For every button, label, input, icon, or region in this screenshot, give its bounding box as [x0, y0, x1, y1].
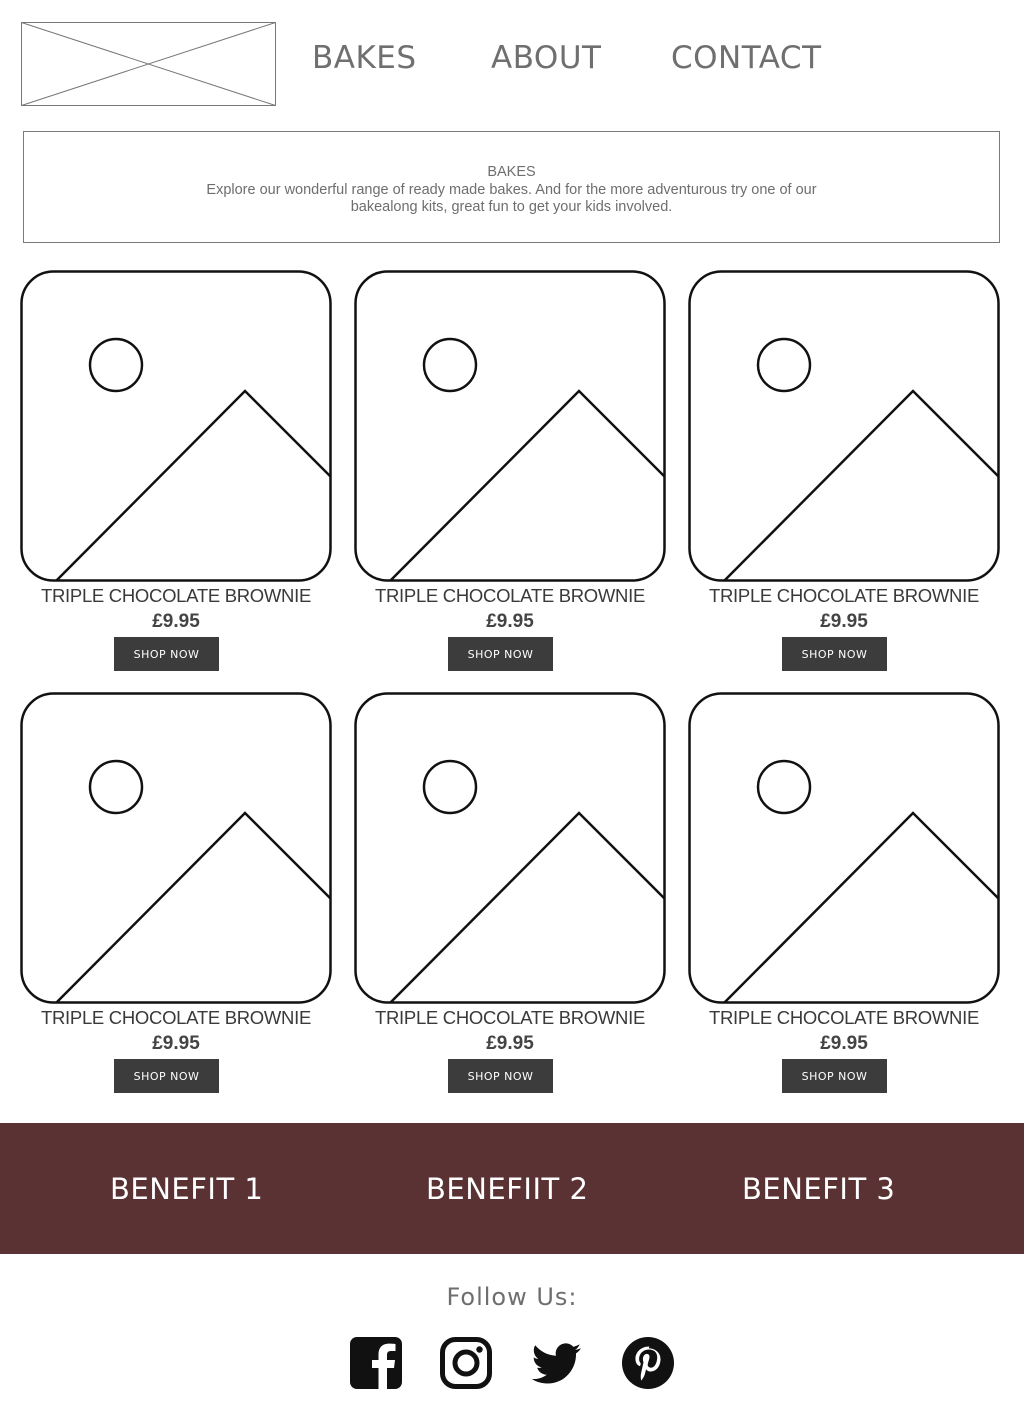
product-name: TRIPLE CHOCOLATE BROWNIE	[41, 1007, 311, 1028]
product-price: £9.95	[486, 1033, 534, 1054]
intro-heading: BAKES	[487, 164, 536, 180]
product-name: TRIPLE CHOCOLATE BROWNIE	[375, 585, 645, 606]
instagram-icon[interactable]	[439, 1336, 493, 1390]
shop-now-button[interactable]: SHOP NOW	[114, 637, 219, 671]
product-name: TRIPLE CHOCOLATE BROWNIE	[375, 1007, 645, 1028]
intro-panel: BAKES Explore our wonderful range of rea…	[23, 131, 1000, 243]
nav-contact[interactable]: CONTACT	[671, 40, 822, 76]
follow-us-label: Follow Us:	[446, 1283, 578, 1311]
nav-about[interactable]: ABOUT	[491, 40, 601, 76]
product-price: £9.95	[820, 1033, 868, 1054]
product-image-placeholder-icon[interactable]	[354, 270, 666, 582]
product-price: £9.95	[486, 611, 534, 632]
shop-now-button[interactable]: SHOP NOW	[782, 637, 887, 671]
twitter-icon[interactable]	[529, 1336, 583, 1390]
product-image-placeholder-icon[interactable]	[354, 692, 666, 1004]
product-name: TRIPLE CHOCOLATE BROWNIE	[709, 585, 979, 606]
product-price: £9.95	[152, 611, 200, 632]
shop-now-button[interactable]: SHOP NOW	[448, 1059, 553, 1093]
product-image-placeholder-icon[interactable]	[688, 692, 1000, 1004]
product-price: £9.95	[820, 611, 868, 632]
pinterest-icon[interactable]	[621, 1336, 675, 1390]
benefit-2: BENEFIIT 2	[426, 1172, 589, 1206]
benefit-3: BENEFIT 3	[742, 1172, 896, 1206]
shop-now-button[interactable]: SHOP NOW	[782, 1059, 887, 1093]
product-image-placeholder-icon[interactable]	[20, 692, 332, 1004]
benefit-1: BENEFIT 1	[110, 1172, 264, 1206]
product-name: TRIPLE CHOCOLATE BROWNIE	[709, 1007, 979, 1028]
product-image-placeholder-icon[interactable]	[688, 270, 1000, 582]
facebook-icon[interactable]	[349, 1336, 403, 1390]
shop-now-button[interactable]: SHOP NOW	[114, 1059, 219, 1093]
product-image-placeholder-icon[interactable]	[20, 270, 332, 582]
product-price: £9.95	[152, 1033, 200, 1054]
logo-placeholder[interactable]	[21, 22, 276, 106]
intro-text: Explore our wonderful range of ready mad…	[206, 181, 817, 216]
product-name: TRIPLE CHOCOLATE BROWNIE	[41, 585, 311, 606]
nav-bakes[interactable]: BAKES	[312, 40, 417, 76]
shop-now-button[interactable]: SHOP NOW	[448, 637, 553, 671]
